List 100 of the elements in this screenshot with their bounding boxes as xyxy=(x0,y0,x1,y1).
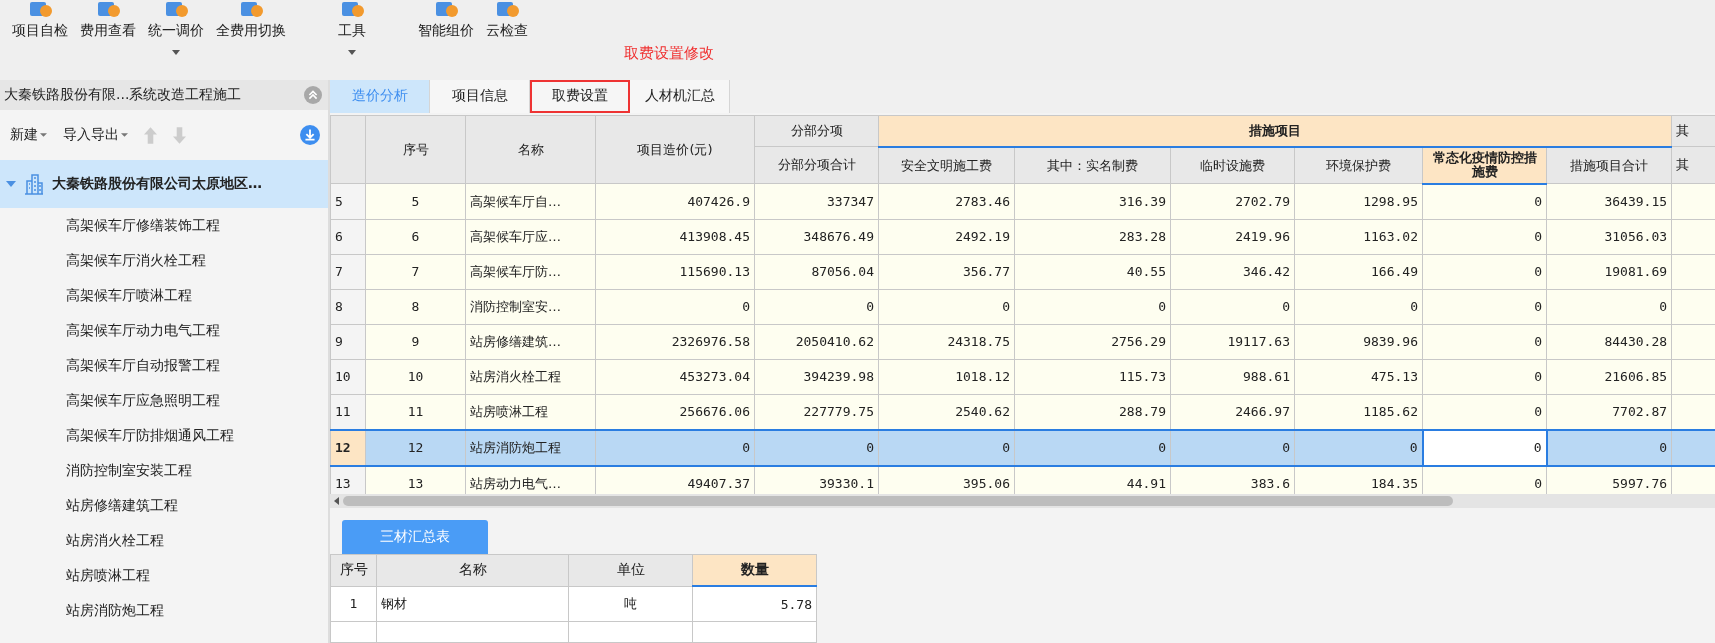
download-icon[interactable] xyxy=(300,125,320,145)
tab[interactable]: 取费设置 xyxy=(530,80,630,113)
move-up-icon[interactable] xyxy=(144,126,157,144)
table-cell: 5.78 xyxy=(692,586,817,622)
table-cell: 1298.95 xyxy=(1294,183,1423,220)
project-title: 大秦铁路股份有限...系统改造工程施工 xyxy=(4,86,242,104)
collapse-icon[interactable] xyxy=(304,86,322,104)
table-cell: 84430.28 xyxy=(1546,324,1672,360)
table-cell: 1185.62 xyxy=(1294,394,1423,430)
table-cell: 0 xyxy=(1170,289,1295,325)
tree-item[interactable]: 高架候车厅防排烟通风工程 xyxy=(0,418,328,453)
tool-icon xyxy=(495,2,519,18)
column-header[interactable]: 名称 xyxy=(376,554,569,586)
table-cell: 站房消防炮工程 xyxy=(465,429,596,466)
tree-item[interactable]: 站房修缮建筑工程 xyxy=(0,488,328,523)
column-header[interactable]: 项目造价(元) xyxy=(595,115,755,184)
table-cell: 0 xyxy=(595,289,755,325)
table-cell: 8 xyxy=(365,289,466,325)
tool-icon xyxy=(164,2,188,18)
column-header[interactable]: 常态化疫情防控措施费 xyxy=(1422,146,1547,184)
tree-item[interactable]: 站房消火栓工程 xyxy=(0,523,328,558)
scroll-left-icon[interactable] xyxy=(334,497,339,506)
toolbar-button[interactable]: 工具 xyxy=(332,0,372,57)
tree-item[interactable]: 高架候车厅应急照明工程 xyxy=(0,383,328,418)
table-cell: 站房消火栓工程 xyxy=(465,359,596,395)
row-number: 5 xyxy=(330,183,366,220)
column-header[interactable]: 序号 xyxy=(365,115,466,184)
annotation-label: 取费设置修改 xyxy=(624,44,714,63)
table-cell: 1163.02 xyxy=(1294,219,1423,255)
tree-item[interactable]: 高架候车厅消火栓工程 xyxy=(0,243,328,278)
table-cell: 0 xyxy=(1422,394,1547,430)
table-cell: 346.42 xyxy=(1170,254,1295,290)
table-cell: 0 xyxy=(1294,429,1423,466)
column-header[interactable]: 安全文明施工费 xyxy=(878,146,1015,184)
table-cell: 394239.98 xyxy=(754,359,879,395)
table-cell: 2702.79 xyxy=(1170,183,1295,220)
table-cell: 0 xyxy=(1546,429,1672,466)
toolbar-button[interactable]: 费用查看 xyxy=(74,0,142,42)
table-cell: 19081.69 xyxy=(1546,254,1672,290)
tree-item[interactable]: 站房消防炮工程 xyxy=(0,593,328,628)
table-cell: 7 xyxy=(365,254,466,290)
tree-item[interactable]: 高架候车厅自动报警工程 xyxy=(0,348,328,383)
tool-icon xyxy=(239,2,263,18)
table-cell: 0 xyxy=(754,429,879,466)
table-cell: 0 xyxy=(1422,359,1547,395)
tree-item[interactable]: 高架候车厅喷淋工程 xyxy=(0,278,328,313)
table-cell: 0 xyxy=(1294,289,1423,325)
row-number: 8 xyxy=(330,289,366,325)
table-cell xyxy=(1671,429,1715,466)
table-cell xyxy=(1671,359,1715,395)
toolbar-button[interactable]: 全费用切换 xyxy=(210,0,292,42)
table-cell: 115690.13 xyxy=(595,254,755,290)
table-cell: 12 xyxy=(365,429,466,466)
column-header[interactable]: 序号 xyxy=(330,554,377,586)
tab[interactable]: 人材机汇总 xyxy=(630,80,730,113)
column-header[interactable]: 单位 xyxy=(568,554,693,586)
table-cell: 184.35 xyxy=(1294,465,1423,495)
column-header[interactable]: 名称 xyxy=(465,115,596,184)
horizontal-scrollbar[interactable] xyxy=(330,494,1715,508)
column-header[interactable]: 数量 xyxy=(692,554,817,586)
column-header[interactable]: 环境保护费 xyxy=(1294,146,1423,184)
toolbar-button[interactable]: 智能组价 xyxy=(412,0,480,42)
table-cell: 0 xyxy=(1422,324,1547,360)
tree-item[interactable]: 高架候车厅动力电气工程 xyxy=(0,313,328,348)
tool-icon xyxy=(28,2,52,18)
table-cell: 13 xyxy=(365,465,466,495)
table-cell: 2783.46 xyxy=(878,183,1015,220)
table-cell: 0 xyxy=(1422,289,1547,325)
table-cell: 316.39 xyxy=(1014,183,1171,220)
table-cell: 283.28 xyxy=(1014,219,1171,255)
table-cell: 0 xyxy=(1014,429,1171,466)
column-header[interactable]: 措施项目合计 xyxy=(1546,146,1672,184)
toolbar-button[interactable]: 统一调价 xyxy=(142,0,210,57)
column-header[interactable]: 其 xyxy=(1671,146,1715,184)
new-button[interactable]: 新建 xyxy=(10,126,47,144)
column-header[interactable]: 其中：实名制费 xyxy=(1014,146,1171,184)
table-cell: 站房喷淋工程 xyxy=(465,394,596,430)
expand-caret-icon[interactable] xyxy=(6,181,16,187)
table-cell: 256676.06 xyxy=(595,394,755,430)
table-cell: 36439.15 xyxy=(1546,183,1672,220)
table-cell: 高架候车厅应… xyxy=(465,219,596,255)
tool-icon xyxy=(96,2,120,18)
import-export-button[interactable]: 导入导出 xyxy=(63,126,128,144)
table-cell: 0 xyxy=(595,429,755,466)
column-header[interactable]: 临时设施费 xyxy=(1170,146,1295,184)
toolbar-button[interactable]: 云检查 xyxy=(480,0,534,42)
tree-item[interactable]: 大秦铁路股份有限公司太原地区… xyxy=(0,160,328,208)
row-number: 11 xyxy=(330,394,366,430)
toolbar-button[interactable]: 项目自检 xyxy=(6,0,74,42)
table-cell: 2050410.62 xyxy=(754,324,879,360)
move-down-icon[interactable] xyxy=(173,126,186,144)
column-header[interactable]: 分部分项合计 xyxy=(754,146,879,184)
tree-item[interactable]: 站房喷淋工程 xyxy=(0,558,328,593)
table-cell: 395.06 xyxy=(878,465,1015,495)
tree-item[interactable]: 消防控制室安装工程 xyxy=(0,453,328,488)
tab[interactable]: 项目信息 xyxy=(430,80,530,113)
table-cell: 24318.75 xyxy=(878,324,1015,360)
caret-icon xyxy=(40,133,47,137)
tree-item[interactable]: 高架候车厅修缮装饰工程 xyxy=(0,208,328,243)
table-cell: 166.49 xyxy=(1294,254,1423,290)
